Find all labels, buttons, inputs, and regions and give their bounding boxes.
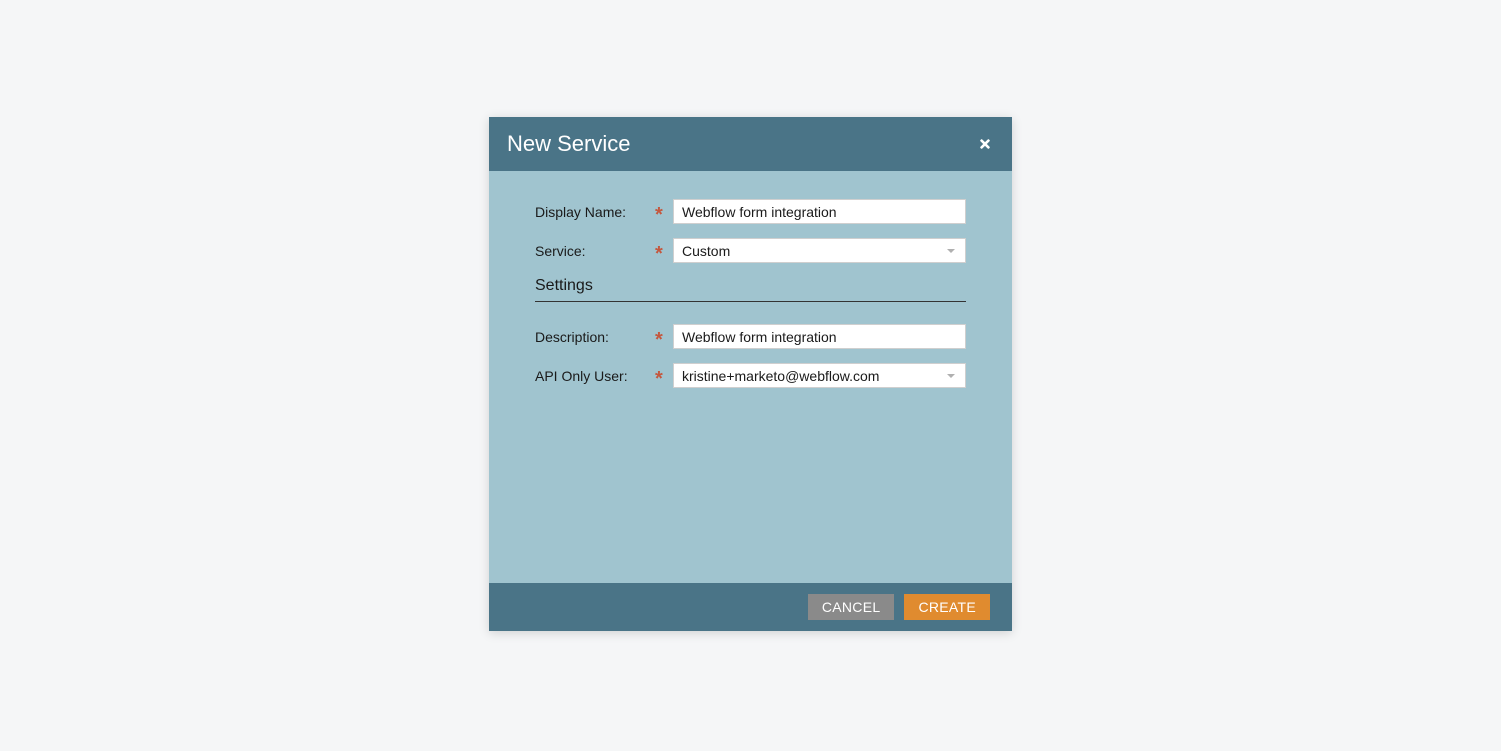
api-only-user-row: API Only User: * kristine+marketo@webflo… [535,363,966,388]
new-service-dialog: New Service Display Name: * Service: * C… [489,117,1012,631]
description-label: Description: [535,329,655,345]
dialog-footer: CANCEL CREATE [489,583,1012,631]
display-name-row: Display Name: * [535,199,966,224]
chevron-down-icon [947,374,955,378]
api-only-user-select-value: kristine+marketo@webflow.com [682,368,947,384]
service-row: Service: * Custom [535,238,966,263]
required-asterisk-icon: * [655,208,673,222]
required-asterisk-icon: * [655,372,673,386]
description-input[interactable] [673,324,966,349]
dialog-title: New Service [507,131,630,157]
description-row: Description: * [535,324,966,349]
required-asterisk-icon: * [655,247,673,261]
api-only-user-label: API Only User: [535,368,655,384]
display-name-label: Display Name: [535,204,655,220]
create-button[interactable]: CREATE [904,594,990,620]
service-label: Service: [535,243,655,259]
dialog-body: Display Name: * Service: * Custom Settin… [489,171,1012,583]
chevron-down-icon [947,249,955,253]
cancel-button[interactable]: CANCEL [808,594,895,620]
service-select[interactable]: Custom [673,238,966,263]
service-select-value: Custom [682,243,947,259]
display-name-input[interactable] [673,199,966,224]
api-only-user-select[interactable]: kristine+marketo@webflow.com [673,363,966,388]
dialog-header: New Service [489,117,1012,171]
required-asterisk-icon: * [655,333,673,347]
close-icon[interactable] [976,135,994,153]
settings-heading: Settings [535,277,966,302]
